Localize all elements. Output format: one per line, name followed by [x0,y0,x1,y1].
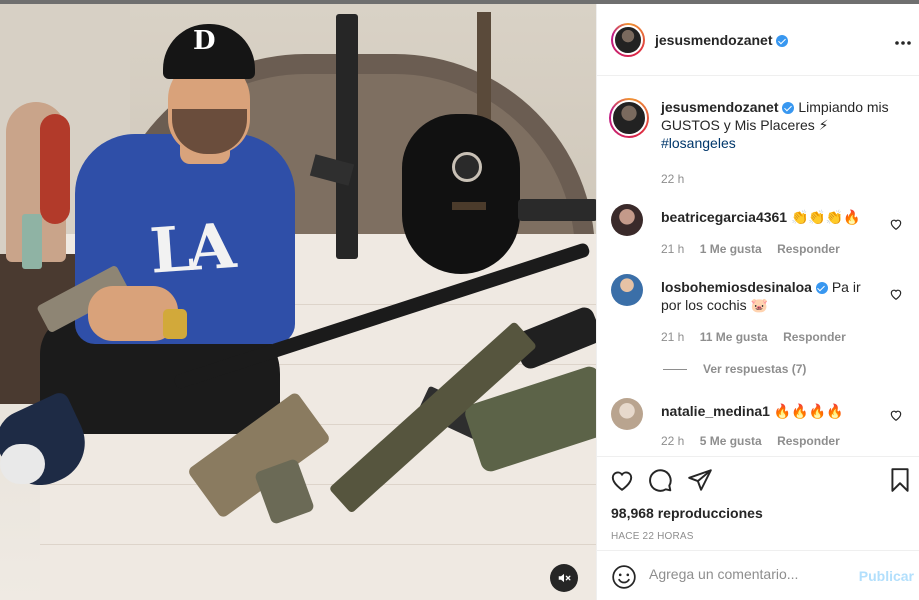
prayer-candle [22,214,42,269]
action-icons [609,467,913,497]
post-header: jesusmendozanet [597,4,919,76]
emoji-smile-icon[interactable] [611,564,637,590]
comments-list[interactable]: jesusmendozanet Limpiando mis GUSTOS y M… [597,76,919,456]
comment-likes[interactable]: 5 Me gusta [700,434,762,448]
avatar-image [611,100,647,136]
sock-toe [0,444,45,484]
caption-username[interactable]: jesusmendozanet [661,99,778,115]
comment-like-icon[interactable] [889,287,903,301]
speaker-muted-icon [558,573,571,583]
author-username[interactable]: jesusmendozanet [655,31,789,48]
author-username-text: jesusmendozanet [655,31,773,48]
hashtag-link[interactable]: #losangeles [661,135,736,151]
comment-likes[interactable]: 11 Me gusta [700,330,768,344]
post-actions: 98,968 reproducciones HACE 22 HORAS [597,456,919,542]
statue-robe [40,114,70,224]
comment-time[interactable]: 21 h [661,330,684,344]
caption-text: jesusmendozanet Limpiando mis GUSTOS y M… [661,98,901,152]
verified-badge-icon [776,34,789,47]
comment-like-icon[interactable] [889,217,903,231]
author-avatar[interactable] [611,22,645,57]
reply-button[interactable]: Responder [783,330,846,344]
replies-line [663,368,687,370]
comment-text: beatricegarcia4361 👏👏👏🔥 [661,208,876,226]
bookmark-icon[interactable] [887,467,913,493]
comment-input[interactable] [649,566,849,582]
verified-badge-icon [815,282,828,295]
post-caption: jesusmendozanet Limpiando mis GUSTOS y M… [609,98,909,152]
quilt-stitch [40,484,596,485]
commenter-username[interactable]: losbohemiosdesinaloa [661,279,812,295]
comment-meta: 22 h 5 Me gusta Responder [661,434,852,448]
more-options-button[interactable] [894,30,912,51]
publish-button[interactable]: Publicar [859,568,914,584]
view-count[interactable]: 98,968 reproducciones [611,505,763,521]
comment-meta: 21 h 11 Me gusta Responder [661,330,858,344]
guitar-neck [477,12,491,132]
commenter-username[interactable]: natalie_medina1 [661,403,770,419]
commenter-username[interactable]: beatricegarcia4361 [661,209,787,225]
avatar-image [613,24,643,55]
commenter-avatar[interactable] [611,398,643,430]
gold-watch [163,309,187,339]
view-replies-button[interactable]: Ver respuestas (7) [663,362,806,376]
mute-button[interactable] [550,564,578,592]
commenter-avatar[interactable] [611,204,643,236]
comment-text: losbohemiosdesinaloa Pa ir por los cochi… [661,278,876,314]
comment-time[interactable]: 21 h [661,242,684,256]
comment-like-icon[interactable] [889,408,903,422]
guitar-bridge [452,202,486,210]
posted-time[interactable]: HACE 22 HORAS [611,531,694,542]
comment-text: natalie_medina1 🔥🔥🔥🔥 [661,402,876,420]
post-video[interactable]: LA D [0,4,596,600]
add-comment-bar: Publicar [597,550,919,600]
rifle-on-headboard [336,14,358,259]
comment-time[interactable]: 22 h [661,434,684,448]
more-horizontal-icon [895,41,911,45]
quilt-stitch [40,544,596,545]
la-logo: LA [147,209,233,288]
acoustic-guitar [402,114,520,274]
caption-timestamp[interactable]: 22 h [661,172,684,186]
reply-button[interactable]: Responder [777,434,840,448]
comment-body: 🔥🔥🔥🔥 [773,403,844,419]
comment-meta: 21 h 1 Me gusta Responder [661,242,852,256]
paper-plane-icon[interactable] [687,467,713,493]
rifle-scope [518,199,596,221]
verified-badge-icon [782,102,795,115]
guitar-soundhole [452,152,482,182]
comment-likes[interactable]: 1 Me gusta [700,242,762,256]
cap-logo: D [193,26,216,56]
heart-icon[interactable] [609,467,635,493]
comment-body: 👏👏👏🔥 [790,209,861,225]
view-replies-label: Ver respuestas (7) [703,362,807,376]
reply-button[interactable]: Responder [777,242,840,256]
post-side-panel: jesusmendozanet jesusmendozanet Limpiand… [596,4,919,600]
comment-icon[interactable] [647,467,673,493]
commenter-avatar[interactable] [611,274,643,306]
caption-avatar[interactable] [609,98,649,138]
